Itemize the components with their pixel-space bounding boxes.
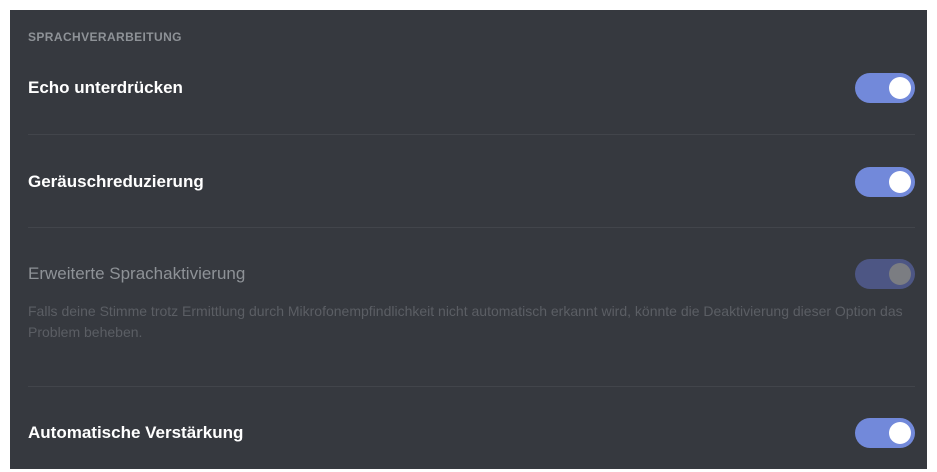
setting-row-advanced-voice-activity: Erweiterte Sprachaktivierung Falls deine… (28, 259, 915, 359)
setting-row-noise-reduction: Geräuschreduzierung (28, 166, 915, 198)
section-title: SPRACHVERARBEITUNG (28, 30, 182, 44)
setting-row-echo-cancellation: Echo unterdrücken (28, 72, 915, 104)
divider (28, 227, 915, 228)
setting-label-echo-cancellation: Echo unterdrücken (28, 78, 183, 97)
automatic-gain-control-toggle[interactable] (855, 418, 915, 448)
setting-label-automatic-gain-control: Automatische Verstärkung (28, 423, 244, 442)
toggle-knob (889, 77, 911, 99)
divider (28, 134, 915, 135)
setting-label-noise-reduction: Geräuschreduzierung (28, 172, 204, 191)
echo-cancellation-toggle[interactable] (855, 73, 915, 103)
toggle-knob (889, 422, 911, 444)
divider (28, 386, 915, 387)
setting-label-advanced-voice-activity: Erweiterte Sprachaktivierung (28, 264, 246, 283)
toggle-knob (889, 263, 911, 285)
voice-processing-panel: SPRACHVERARBEITUNG Echo unterdrücken Ger… (10, 10, 927, 469)
setting-description-advanced-voice-activity: Falls deine Stimme trotz Ermittlung durc… (28, 303, 903, 340)
noise-reduction-toggle[interactable] (855, 167, 915, 197)
advanced-voice-activity-toggle (855, 259, 915, 289)
setting-row-automatic-gain-control: Automatische Verstärkung (28, 417, 915, 449)
toggle-knob (889, 171, 911, 193)
